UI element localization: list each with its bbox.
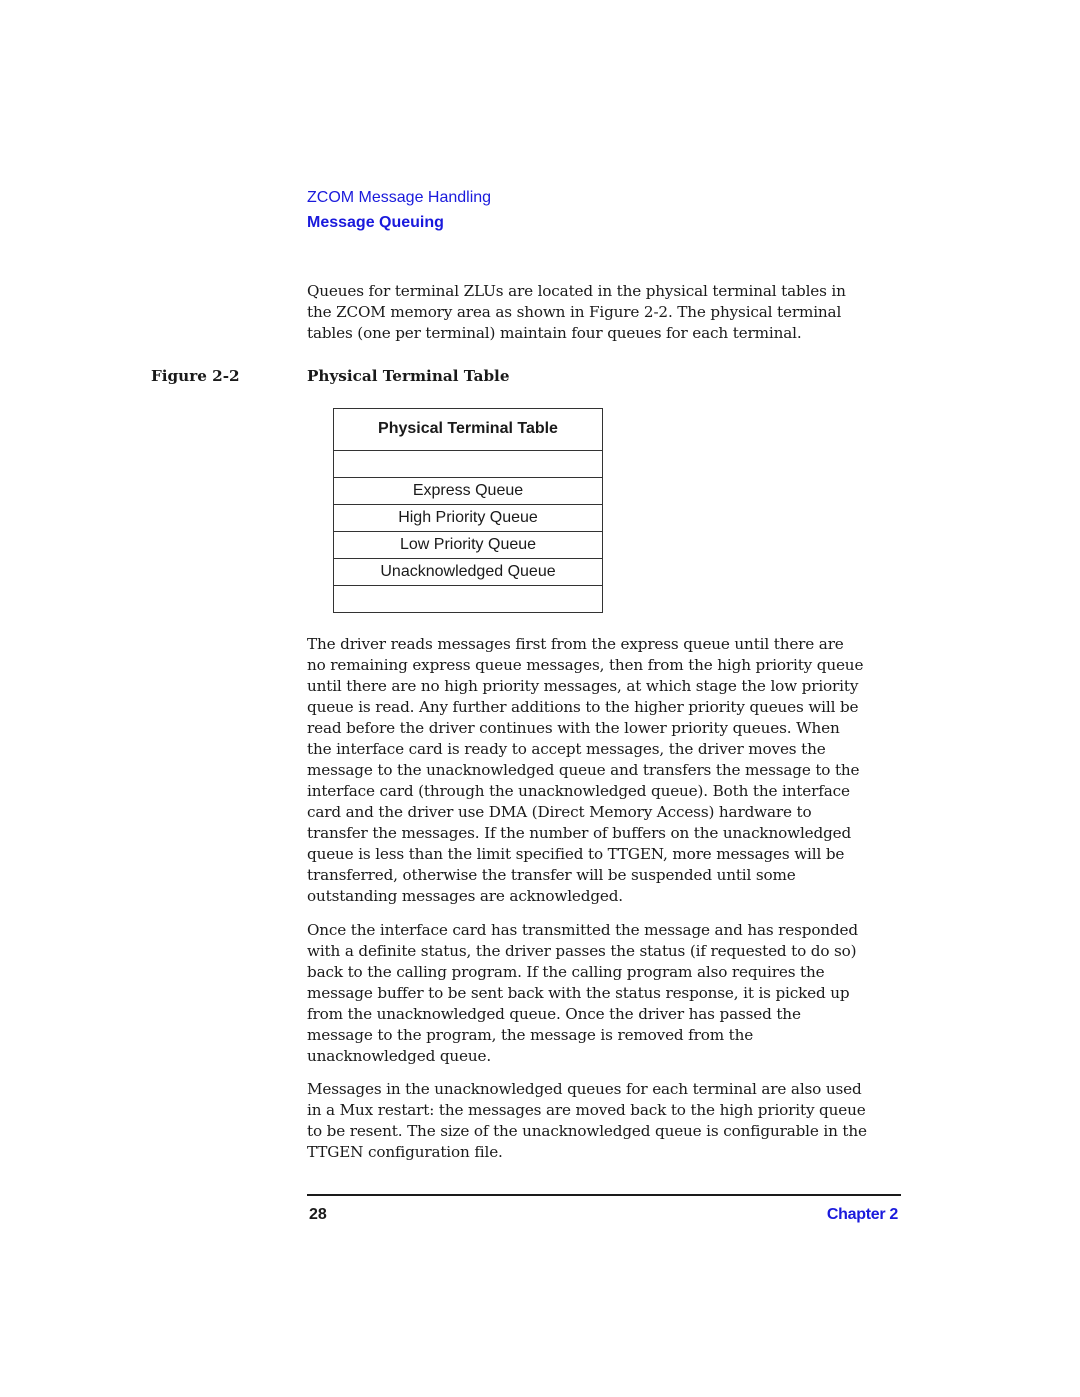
table-row-empty (334, 450, 602, 477)
text-line: Queues for terminal ZLUs are located in … (307, 282, 846, 300)
running-header: ZCOM Message Handling Message Queuing (307, 188, 491, 233)
text-line: TTGEN configuration file. (307, 1143, 503, 1161)
text-line: transferred, otherwise the transfer will… (307, 866, 796, 884)
text-line: with a definite status, the driver passe… (307, 942, 857, 960)
text-line: outstanding messages are acknowledged. (307, 887, 623, 905)
text-line: unacknowledged queue. (307, 1047, 492, 1065)
text-line: no remaining express queue messages, the… (307, 656, 864, 674)
body-paragraph: Once the interface card has transmitted … (307, 920, 907, 1067)
text-line: transfer the messages. If the number of … (307, 824, 852, 842)
table-row-high-priority-queue: High Priority Queue (334, 504, 602, 531)
intro-paragraph: Queues for terminal ZLUs are located in … (307, 281, 907, 344)
table-row-unacknowledged-queue: Unacknowledged Queue (334, 558, 602, 585)
table-header: Physical Terminal Table (378, 420, 558, 437)
text-line: until there are no high priority message… (307, 677, 859, 695)
chapter-title: ZCOM Message Handling (307, 189, 492, 206)
text-line: queue is less than the limit specified t… (307, 845, 845, 863)
text-line: to be resent. The size of the unacknowle… (307, 1122, 867, 1140)
figure-title: Physical Terminal Table (307, 367, 510, 385)
body-paragraph: Messages in the unacknowledged queues fo… (307, 1079, 907, 1163)
text-line: message buffer to be sent back with the … (307, 984, 850, 1002)
text-line: read before the driver continues with th… (307, 719, 840, 737)
physical-terminal-table-diagram: Physical Terminal Table Express Queue Hi… (333, 408, 603, 613)
text-line: message to the program, the message is r… (307, 1026, 754, 1044)
text-line: card and the driver use DMA (Direct Memo… (307, 803, 812, 821)
table-row-empty (334, 585, 602, 612)
table-row-express-queue: Express Queue (334, 477, 602, 504)
text-line: queue is read. Any further additions to … (307, 698, 859, 716)
section-title: Message Queuing (307, 214, 444, 231)
text-line: Messages in the unacknowledged queues fo… (307, 1080, 862, 1098)
text-line: The driver reads messages first from the… (307, 635, 844, 653)
page-number: 28 (309, 1206, 327, 1223)
text-line: message to the unacknowledged queue and … (307, 761, 860, 779)
text-line: Once the interface card has transmitted … (307, 921, 858, 939)
text-line: the interface card is ready to accept me… (307, 740, 826, 758)
text-line: the ZCOM memory area as shown in Figure … (307, 303, 842, 321)
figure-label: Figure 2-2 (151, 367, 240, 385)
text-line: tables (one per terminal) maintain four … (307, 324, 802, 342)
text-line: back to the calling program. If the call… (307, 963, 825, 981)
text-line: in a Mux restart: the messages are moved… (307, 1101, 866, 1119)
text-line: interface card (through the unacknowledg… (307, 782, 850, 800)
chapter-label: Chapter 2 (826, 1206, 898, 1223)
body-paragraph: The driver reads messages first from the… (307, 634, 907, 907)
footer-divider (307, 1194, 901, 1196)
text-line: from the unacknowledged queue. Once the … (307, 1005, 801, 1023)
table-row-low-priority-queue: Low Priority Queue (334, 531, 602, 558)
